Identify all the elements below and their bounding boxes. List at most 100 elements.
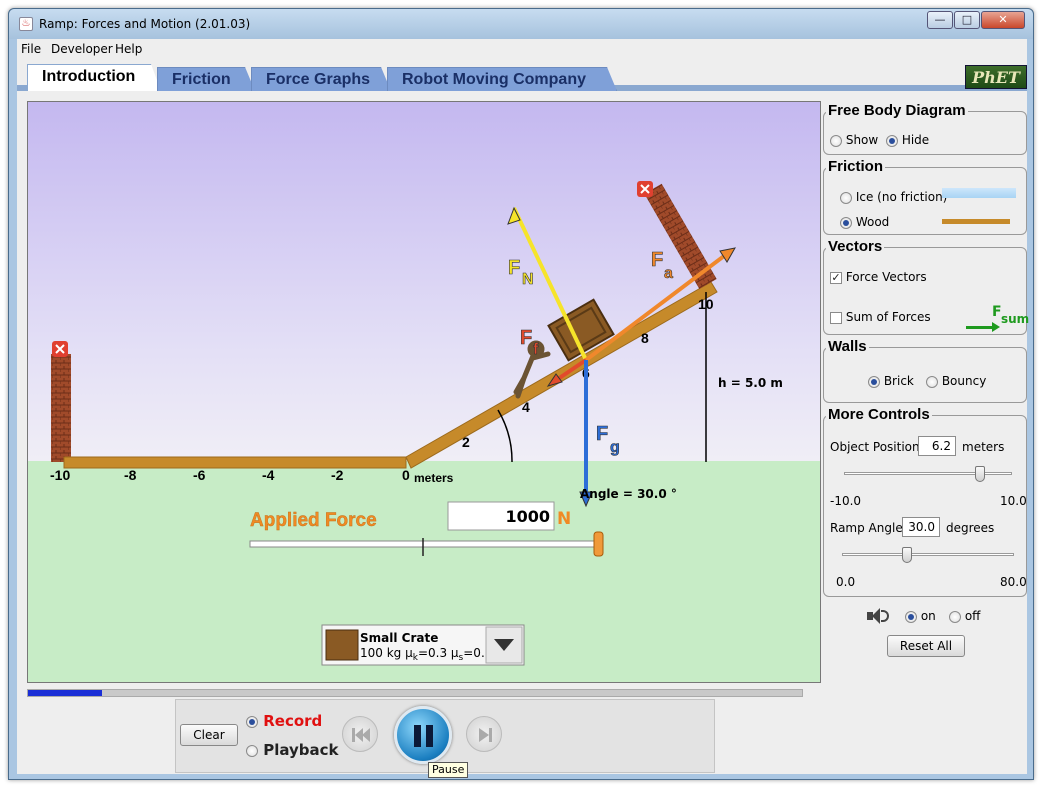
angle-label: Angle = 30.0 ° [580,487,677,501]
sound-off-option[interactable]: off [949,609,980,623]
fbd-title: Free Body Diagram [826,102,968,119]
minimize-button[interactable]: — [927,11,953,29]
ramp-angle-slider-thumb[interactable] [901,547,912,563]
position-unit: meters [962,440,1005,454]
left-brick-wall [51,354,71,462]
tab-robot-moving-company[interactable]: Robot Moving Company [387,67,617,91]
menu-bar: File Developer Help [17,39,1027,59]
tick-label: 0 [402,467,410,483]
left-wall-close-icon[interactable] [52,341,68,357]
rewind-button[interactable] [342,716,378,752]
more-controls-title: More Controls [826,406,932,423]
ramp-angle-label: Ramp Angle [830,521,903,535]
sound-off-radio[interactable] [949,610,961,623]
tick-label: 4 [522,399,530,415]
floor [63,456,407,469]
tick-label: 2 [462,434,470,450]
tick-label: 8 [641,330,649,346]
applied-force-thumb[interactable] [593,531,604,557]
menu-help[interactable]: Help [115,42,142,56]
position-min: -10.0 [830,494,862,508]
speaker-icon [867,607,889,625]
sound-on-option[interactable]: on [905,609,936,623]
clear-button[interactable]: Clear [180,724,238,746]
fsum-icon: F sum [966,304,1029,332]
step-button[interactable] [466,716,502,752]
ramp-angle-field[interactable]: 30.0 [902,517,940,537]
window-title: Ramp: Forces and Motion (2.01.03) [39,17,251,31]
angle-max: 80.0 [1000,575,1027,589]
gravity-sub: g [610,439,620,456]
right-wall-close-icon[interactable] [637,181,653,197]
applied-force-slider[interactable] [249,540,601,548]
time-progress-bar[interactable] [27,689,803,697]
walls-title: Walls [826,338,869,355]
ramp-angle-slider[interactable] [842,553,1014,556]
sum-of-forces-option[interactable]: Sum of Forces [830,310,931,324]
wood-radio[interactable] [840,216,852,229]
fbd-show-option[interactable]: Show [830,133,878,147]
maximize-button[interactable]: □ [954,11,980,29]
angle-arc [497,409,513,463]
force-vectors-checkbox[interactable]: ✓ [830,271,842,284]
playback-radio[interactable] [246,744,258,757]
menu-file[interactable]: File [21,42,41,56]
more-controls-group: More Controls Object Position 6.2 meters… [823,406,1027,597]
sum-of-forces-checkbox[interactable] [830,311,842,324]
friction-ice-option[interactable]: Ice (no friction) [840,190,947,204]
tab-force-graphs[interactable]: Force Graphs [251,67,391,91]
record-option[interactable]: Record [246,712,322,730]
walls-group: Walls Brick Bouncy [823,338,1027,403]
friction-group: Friction Ice (no friction) Wood [823,158,1027,235]
wood-swatch [942,219,1010,224]
tab-introduction[interactable]: Introduction [27,64,161,91]
friction-label: F [520,327,532,349]
friction-wood-option[interactable]: Wood [840,215,889,229]
phet-logo[interactable]: PhET [965,65,1027,89]
fbd-hide-option[interactable]: Hide [886,133,929,147]
force-vectors-option[interactable]: ✓ Force Vectors [830,270,927,284]
vectors-title: Vectors [826,238,885,255]
pause-button[interactable] [394,706,452,764]
applied-sub: a [664,265,673,282]
position-max: 10.0 [1000,494,1027,508]
position-slider-thumb[interactable] [975,466,986,482]
fbd-group: Free Body Diagram Show Hide [823,102,1027,155]
record-radio[interactable] [246,715,258,728]
friction-title: Friction [826,158,885,175]
normal-sub: N [522,271,534,288]
step-icon [479,728,489,742]
tick-label: 10 [698,296,714,312]
control-panel: Free Body Diagram Show Hide Friction Ice… [823,101,1029,701]
brick-radio[interactable] [868,375,880,388]
tick-label: -6 [193,467,206,483]
tab-friction[interactable]: Friction [157,67,255,91]
tick-label: -4 [262,467,275,483]
simulation-canvas[interactable]: h = 5.0 m -10 -8 -6 -4 -2 0 meters 2 4 6… [27,101,821,683]
position-slider[interactable] [844,472,1012,475]
java-icon: ♨ [19,17,33,31]
app-window: ♨ Ramp: Forces and Motion (2.01.03) — □ … [8,8,1034,780]
ramp-angle-unit: degrees [946,521,995,535]
walls-brick-option[interactable]: Brick [868,374,914,388]
object-name: Small Crate [360,631,438,645]
menu-developer[interactable]: Developer [51,42,113,56]
applied-force-value: 1000 [505,507,550,526]
pause-icon [414,725,421,747]
pause-tooltip: Pause [428,762,469,778]
crate-icon [325,629,359,661]
tab-strip: Introduction Friction Force Graphs Robot… [17,59,1027,91]
bouncy-radio[interactable] [926,375,938,388]
fbd-show-radio[interactable] [830,134,842,147]
ramp-scene: h = 5.0 m -10 -8 -6 -4 -2 0 meters 2 4 6… [50,181,783,666]
ice-radio[interactable] [840,191,852,204]
position-field[interactable]: 6.2 [918,436,956,456]
sound-on-radio[interactable] [905,610,917,623]
applied-force-unit: N [557,509,571,529]
walls-bouncy-option[interactable]: Bouncy [926,374,986,388]
record-playback-panel: Clear Record Playback Pause [175,699,715,778]
playback-option[interactable]: Playback [246,741,339,759]
close-button[interactable]: ✕ [981,11,1025,29]
reset-all-button[interactable]: Reset All [887,635,965,657]
fbd-hide-radio[interactable] [886,134,898,147]
